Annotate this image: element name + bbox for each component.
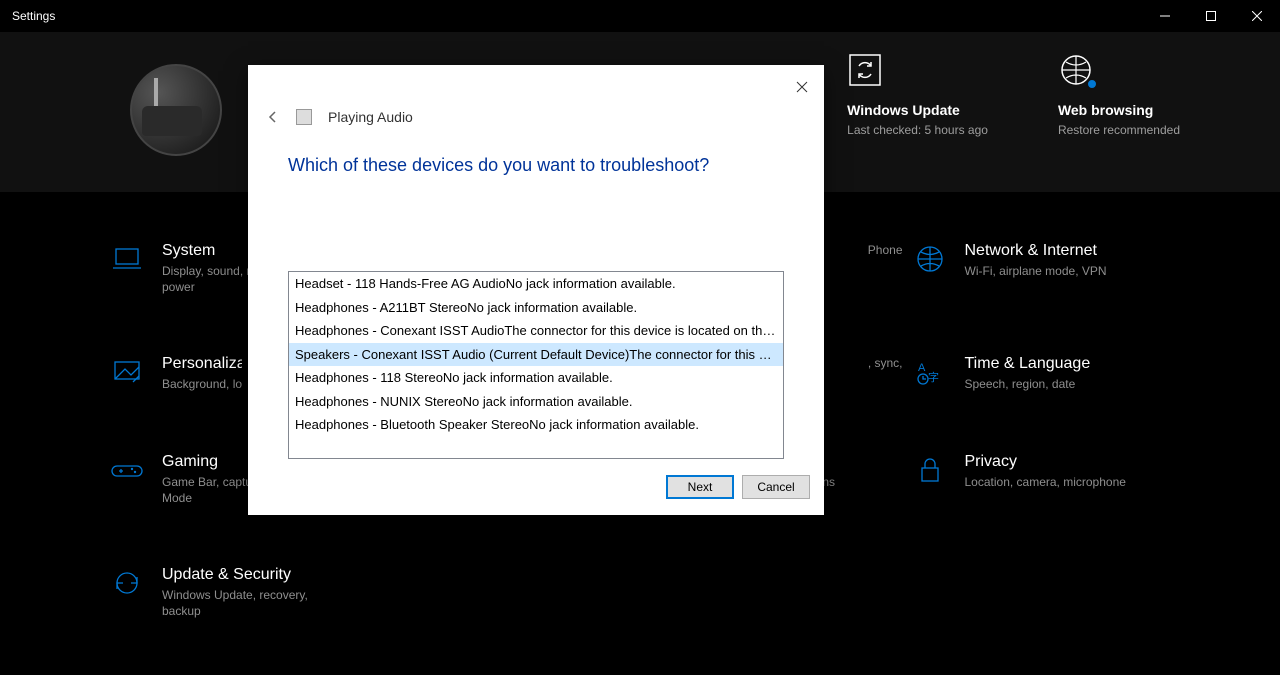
tile-sub-fragment: Phone <box>868 242 903 258</box>
header-card-sub: Restore recommended <box>1058 122 1180 139</box>
tile-title: Privacy <box>965 453 1126 471</box>
maximize-button[interactable] <box>1188 0 1234 32</box>
troubleshooter-dialog: Playing Audio Which of these devices do … <box>248 65 824 515</box>
window-title: Settings <box>12 9 1142 23</box>
globe-icon <box>913 242 947 276</box>
update-icon <box>110 566 144 600</box>
cancel-button[interactable]: Cancel <box>742 475 810 499</box>
dialog-title: Playing Audio <box>328 109 413 125</box>
troubleshooter-icon <box>296 109 312 125</box>
header-card-title: Windows Update <box>847 102 960 118</box>
device-row[interactable]: Speakers - Conexant ISST Audio (Current … <box>289 343 783 367</box>
gamepad-icon <box>110 453 144 487</box>
notification-badge-icon <box>1086 78 1098 90</box>
tile-sub: Location, camera, microphone <box>965 474 1126 490</box>
device-row[interactable]: Headphones - NUNIX StereoNo jack informa… <box>289 390 783 414</box>
header-card-web-browsing[interactable]: Web browsing Restore recommended <box>1058 52 1180 139</box>
tile-sub: Wi-Fi, airplane mode, VPN <box>965 263 1107 279</box>
tile-time-language[interactable]: A字 Time & Language Speech, region, date <box>913 355 1171 392</box>
tile-sub: Windows Update, recovery, backup <box>162 587 332 619</box>
device-row[interactable]: Headphones - Bluetooth Speaker StereoNo … <box>289 413 783 437</box>
device-row[interactable]: Headset - 118 Hands-Free AG AudioNo jack… <box>289 272 783 296</box>
header-card-windows-update[interactable]: Windows Update Last checked: 5 hours ago <box>847 52 988 139</box>
tile-title: Time & Language <box>965 355 1091 373</box>
laptop-icon <box>110 242 144 276</box>
next-button[interactable]: Next <box>666 475 734 499</box>
tile-sub: Speech, region, date <box>965 376 1091 392</box>
dialog-question: Which of these devices do you want to tr… <box>248 125 824 176</box>
user-avatar[interactable] <box>130 64 222 156</box>
dialog-close-button[interactable] <box>788 73 816 101</box>
svg-text:字: 字 <box>928 370 939 384</box>
dialog-breadcrumb: Playing Audio <box>248 65 824 125</box>
time-language-icon: A字 <box>913 355 947 389</box>
device-row[interactable]: Headphones - Conexant ISST AudioThe conn… <box>289 319 783 343</box>
tile-title: Update & Security <box>162 566 332 584</box>
close-button[interactable] <box>1234 0 1280 32</box>
window-controls <box>1142 0 1280 32</box>
minimize-button[interactable] <box>1142 0 1188 32</box>
tile-network[interactable]: Network & Internet Wi-Fi, airplane mode,… <box>913 242 1171 295</box>
tile-update-security[interactable]: Update & Security Windows Update, recove… <box>110 566 368 619</box>
back-arrow-icon[interactable] <box>266 110 280 124</box>
header-card-title: Web browsing <box>1058 102 1153 118</box>
tile-sub-fragment: , sync, <box>868 355 903 371</box>
device-row[interactable]: Headphones - 118 StereoNo jack informati… <box>289 366 783 390</box>
header-card-sub: Last checked: 5 hours ago <box>847 122 988 139</box>
svg-text:A: A <box>918 362 926 374</box>
tile-sub: Background, lock screen, colors <box>162 376 242 392</box>
device-list[interactable]: Headset - 118 Hands-Free AG AudioNo jack… <box>288 271 784 459</box>
device-row[interactable]: Headphones - A211BT StereoNo jack inform… <box>289 296 783 320</box>
sync-icon <box>847 52 883 88</box>
tile-title: Network & Internet <box>965 242 1107 260</box>
lock-icon <box>913 453 947 487</box>
window-titlebar: Settings <box>0 0 1280 32</box>
globe-icon <box>1058 52 1094 88</box>
tile-title: Personalization <box>162 355 242 373</box>
tile-privacy[interactable]: Privacy Location, camera, microphone <box>913 453 1171 506</box>
paintbrush-icon <box>110 355 144 389</box>
